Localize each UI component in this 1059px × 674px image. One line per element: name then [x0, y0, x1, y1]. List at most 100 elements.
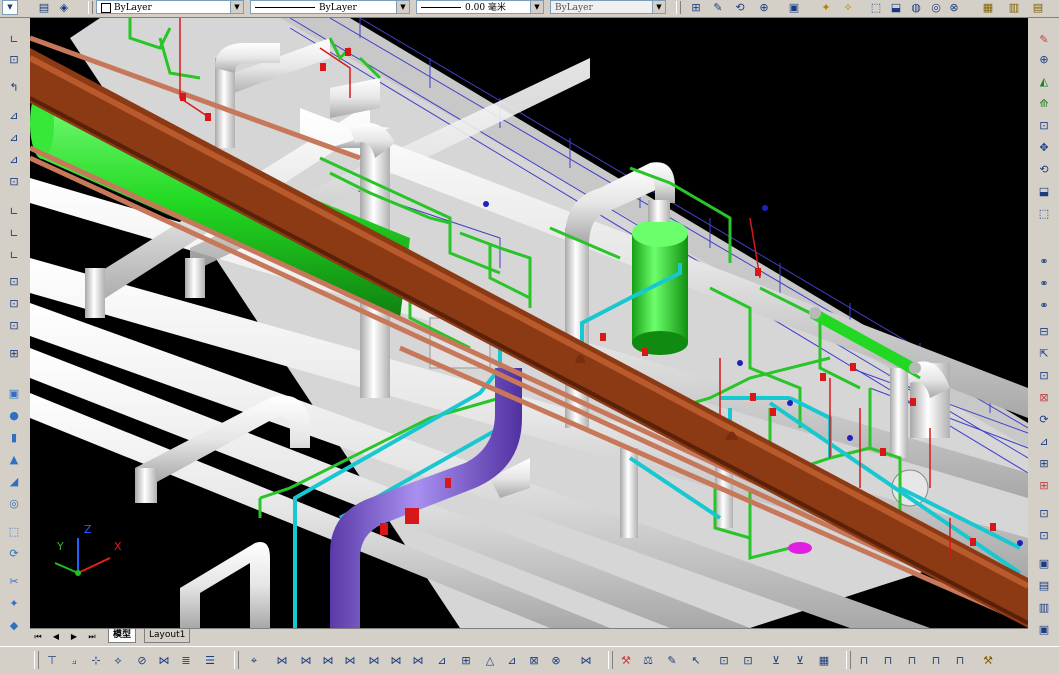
pipe-tool-icon[interactable]: ⚒	[980, 653, 996, 668]
snap-tool-icon[interactable]: ⌖	[246, 653, 262, 668]
ucs-x-icon[interactable]: ∟	[6, 204, 22, 219]
sphere-icon[interactable]: ●	[6, 408, 22, 423]
pipe-tool-icon[interactable]: ⊓	[904, 653, 920, 668]
inquiry-tool-icon[interactable]: ⊡	[716, 653, 732, 668]
move-icon[interactable]: ✥	[1036, 140, 1052, 155]
inquiry-tool-icon[interactable]: ↖	[688, 653, 704, 668]
ucs-3point-icon[interactable]: ∟	[6, 248, 22, 263]
ucs-icon[interactable]: ⊿	[6, 152, 22, 167]
extrude-icon[interactable]: ⬚	[6, 524, 22, 539]
chevron-down-icon[interactable]: ▼	[652, 1, 665, 13]
clean-icon[interactable]: ▤	[1036, 578, 1052, 593]
color-dropdown[interactable]: ByLayer ▼	[96, 0, 244, 14]
revolve-icon[interactable]: ⟳	[6, 546, 22, 561]
snap-tool-icon[interactable]: ⋈	[342, 653, 358, 668]
inquiry-tool-icon[interactable]: ⚒	[618, 653, 634, 668]
ucs-icon[interactable]: ∟	[6, 32, 22, 47]
ucs-icon[interactable]: ⊡	[6, 52, 22, 67]
baseline-dimension-icon[interactable]: ≣	[178, 653, 194, 668]
torus-icon[interactable]: ◎	[6, 496, 22, 511]
render-tool-icon[interactable]: ⊗	[946, 0, 962, 15]
render-tool-icon[interactable]: ⬓	[888, 0, 904, 15]
layer-previous-icon[interactable]: ◈	[56, 0, 72, 15]
view-tool-icon[interactable]: ⊕	[756, 0, 772, 15]
lineweight-dropdown[interactable]: 0.00 毫米 ▼	[416, 0, 544, 14]
array-icon[interactable]: ⊡	[1036, 118, 1052, 133]
offset-faces-icon[interactable]: ⊡	[1036, 368, 1052, 383]
ucs-z-icon[interactable]: ∟	[6, 226, 22, 241]
color-edges-icon[interactable]: ⊡	[1036, 528, 1052, 543]
copy-edges-icon[interactable]: ⊡	[1036, 506, 1052, 521]
model-viewport[interactable]: Z Y X	[30, 18, 1028, 628]
slice-icon[interactable]: ✂	[6, 574, 22, 589]
snap-tool-icon[interactable]: ⊗	[548, 653, 564, 668]
previous-tab-icon[interactable]: ◀	[50, 631, 62, 642]
chevron-down-icon[interactable]: ▼	[396, 1, 409, 13]
snap-tool-icon[interactable]: ⋈	[366, 653, 382, 668]
erase-icon[interactable]: ✎	[1036, 32, 1052, 47]
tab-model[interactable]: 模型	[108, 629, 137, 643]
radius-dimension-icon[interactable]: ⟡	[110, 653, 126, 668]
copy-faces-icon[interactable]: ⊞	[1036, 456, 1052, 471]
render-tool-icon[interactable]: ✧	[840, 0, 856, 15]
linear-dimension-icon[interactable]: ⊤	[44, 653, 60, 668]
taper-faces-icon[interactable]: ⊿	[1036, 434, 1052, 449]
render-tool-icon[interactable]: ✦	[818, 0, 834, 15]
ucs-icon[interactable]: ⊡	[6, 274, 22, 289]
imprint-icon[interactable]: ▣	[1036, 556, 1052, 571]
stretch-icon[interactable]: ⬚	[1036, 206, 1052, 221]
last-tab-icon[interactable]: ⏭	[86, 631, 98, 642]
rotate-faces-icon[interactable]: ⟳	[1036, 412, 1052, 427]
view-tool-icon[interactable]: ✎	[710, 0, 726, 15]
chevron-down-icon[interactable]: ▼	[530, 1, 543, 13]
linetype-dropdown[interactable]: ByLayer ▼	[250, 0, 410, 14]
wedge-icon[interactable]: ◢	[6, 474, 22, 489]
layer-dropdown-arrow-icon[interactable]: ▼	[2, 0, 18, 15]
angular-dimension-icon[interactable]: ⋈	[156, 653, 172, 668]
snap-tool-icon[interactable]: △	[482, 653, 498, 668]
scale-icon[interactable]: ⬓	[1036, 184, 1052, 199]
view-tool-icon[interactable]: ⊞	[688, 0, 704, 15]
copy-icon[interactable]: ⊕	[1036, 52, 1052, 67]
tab-layout1[interactable]: Layout1	[144, 629, 191, 643]
snap-tool-icon[interactable]: ⊞	[458, 653, 474, 668]
inquiry-tool-icon[interactable]: ⊻	[792, 653, 808, 668]
mirror-icon[interactable]: ◭	[1036, 74, 1052, 89]
properties-tool-icon[interactable]: ▦	[980, 0, 996, 15]
ucs-previous-icon[interactable]: ↰	[6, 80, 22, 95]
extrude-faces-icon[interactable]: ⊟	[1036, 324, 1052, 339]
snap-tool-icon[interactable]: ⋈	[410, 653, 426, 668]
snap-tool-icon[interactable]: ⊿	[434, 653, 450, 668]
pipe-tool-icon[interactable]: ⊓	[928, 653, 944, 668]
inquiry-tool-icon[interactable]: ⚖	[640, 653, 656, 668]
inquiry-tool-icon[interactable]: ⊡	[740, 653, 756, 668]
interfere-icon[interactable]: ◆	[6, 618, 22, 633]
ucs-icon[interactable]: ⊿	[6, 108, 22, 123]
union-icon[interactable]: ⚭	[1036, 254, 1052, 269]
first-tab-icon[interactable]: ⏮	[32, 631, 44, 642]
inquiry-tool-icon[interactable]: ✎	[664, 653, 680, 668]
aligned-dimension-icon[interactable]: ⟓	[66, 653, 82, 668]
cylinder-icon[interactable]: ▮	[6, 430, 22, 445]
pipe-tool-icon[interactable]: ⊓	[856, 653, 872, 668]
delete-faces-icon[interactable]: ⊠	[1036, 390, 1052, 405]
snap-tool-icon[interactable]: ⊠	[526, 653, 542, 668]
chevron-down-icon[interactable]: ▼	[230, 1, 243, 13]
snap-tool-icon[interactable]: ⋈	[578, 653, 594, 668]
properties-tool-icon[interactable]: ▤	[1030, 0, 1046, 15]
view-tool-icon[interactable]: ⟲	[732, 0, 748, 15]
separate-icon[interactable]: ▥	[1036, 600, 1052, 615]
offset-icon[interactable]: ⟰	[1036, 96, 1052, 111]
move-faces-icon[interactable]: ⇱	[1036, 346, 1052, 361]
ucs-icon[interactable]: ⊡	[6, 174, 22, 189]
inquiry-tool-icon[interactable]: ⊻	[768, 653, 784, 668]
subtract-icon[interactable]: ⚭	[1036, 276, 1052, 291]
properties-tool-icon[interactable]: ▥	[1006, 0, 1022, 15]
rotate-icon[interactable]: ⟲	[1036, 162, 1052, 177]
pipe-tool-icon[interactable]: ⊓	[952, 653, 968, 668]
section-icon[interactable]: ✦	[6, 596, 22, 611]
diameter-dimension-icon[interactable]: ⊘	[134, 653, 150, 668]
intersect-icon[interactable]: ⚭	[1036, 298, 1052, 313]
snap-tool-icon[interactable]: ⋈	[298, 653, 314, 668]
render-tool-icon[interactable]: ⬚	[868, 0, 884, 15]
